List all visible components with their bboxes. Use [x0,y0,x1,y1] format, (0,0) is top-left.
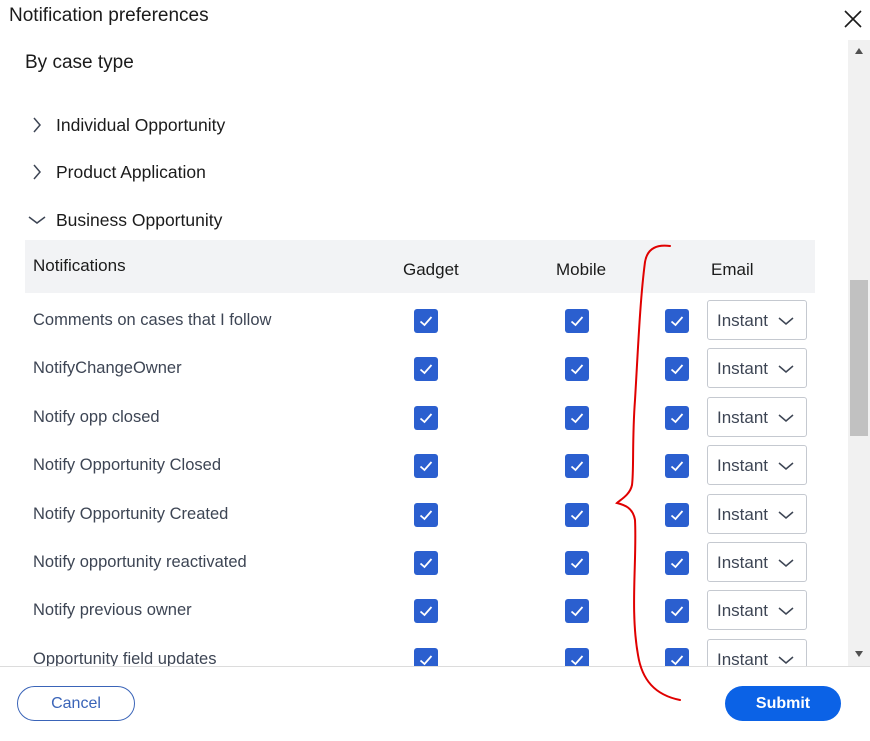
gadget-checkbox[interactable] [414,357,438,382]
mobile-checkbox[interactable] [565,357,589,382]
header-mobile: Mobile [556,260,607,279]
email-frequency-value: Instant [717,359,769,379]
chevron-right-icon [25,113,49,137]
gadget-checkbox[interactable] [414,502,438,527]
email-frequency-value: Instant [717,407,769,427]
mobile-checkbox[interactable] [565,454,589,479]
cancel-button[interactable]: Cancel [17,686,135,721]
submit-button[interactable]: Submit [725,686,841,721]
chevron-down-icon [776,311,796,336]
email-checkbox[interactable] [665,454,689,479]
notification-label: Opportunity field updates [33,649,217,666]
chevron-down-icon [776,408,796,433]
case-type-business-opportunity[interactable]: Business Opportunity [25,205,222,235]
table-row: Notify opportunity reactivated Instant [25,539,815,587]
email-frequency-value: Instant [717,553,769,572]
email-checkbox[interactable] [665,647,689,666]
chevron-right-icon [25,160,49,184]
email-checkbox[interactable] [665,309,689,333]
email-frequency-value: Instant [717,311,769,330]
email-checkbox[interactable] [665,405,689,430]
table-row: Notify previous owner Instant [25,587,815,635]
notification-label: Notify Opportunity Closed [33,456,222,475]
email-frequency-value: Instant [717,504,769,524]
gadget-checkbox[interactable] [414,454,438,479]
chevron-down-icon [776,553,796,578]
notification-label: Comments on cases that I follow [33,311,272,329]
notification-label: NotifyChangeOwner [33,359,182,378]
email-frequency-select[interactable]: Instant [707,638,807,666]
header-email: Email [711,260,754,279]
table-row: Notify opp closed Instant [25,394,815,442]
gadget-checkbox[interactable] [414,647,438,666]
notification-label: Notify opp closed [33,407,160,426]
dialog-footer: Cancel Submit [0,666,870,741]
email-frequency-value: Instant [717,601,769,621]
scrollbar-thumb[interactable] [850,280,868,436]
chevron-down-icon [25,208,49,232]
gadget-checkbox[interactable] [414,405,438,430]
table-row: NotifyChangeOwner Instant [25,345,815,393]
email-checkbox[interactable] [665,551,689,575]
notification-label: Notify opportunity reactivated [33,553,247,571]
gadget-checkbox[interactable] [414,599,438,624]
dialog-title: Notification preferences [9,5,209,26]
table-row: Notify Opportunity Closed Instant [25,442,815,490]
vertical-scrollbar[interactable] [848,40,870,666]
scroll-down-arrow-icon[interactable] [853,647,865,659]
mobile-checkbox[interactable] [565,502,589,527]
table-row: Opportunity field updates Instant [25,636,815,666]
section-title: By case type [25,52,134,73]
case-type-product-application[interactable]: Product Application [25,157,206,187]
header-gadget: Gadget [403,260,459,279]
case-type-individual-opportunity[interactable]: Individual Opportunity [25,110,225,140]
mobile-checkbox[interactable] [565,647,589,666]
email-frequency-select[interactable]: Instant [707,445,807,486]
case-type-label: Product Application [56,161,206,182]
table-row: Comments on cases that I follow Instant [25,297,815,345]
scroll-up-arrow-icon[interactable] [853,44,865,56]
mobile-checkbox[interactable] [565,599,589,624]
table-row: Notify Opportunity Created Instant [25,491,815,539]
email-frequency-select[interactable]: Instant [707,348,807,389]
chevron-down-icon [776,601,796,626]
email-checkbox[interactable] [665,357,689,382]
email-checkbox[interactable] [665,599,689,624]
email-frequency-select[interactable]: Instant [707,396,807,437]
close-icon[interactable] [840,6,866,32]
case-type-label: Business Opportunity [56,209,223,230]
notification-label: Notify previous owner [33,601,192,620]
chevron-down-icon [776,359,796,384]
notification-label: Notify Opportunity Created [33,504,229,523]
email-frequency-select[interactable]: Instant [707,493,807,534]
mobile-checkbox[interactable] [565,405,589,430]
gadget-checkbox[interactable] [414,309,438,333]
case-type-label: Individual Opportunity [56,114,226,135]
gadget-checkbox[interactable] [414,551,438,575]
chevron-down-icon [776,650,796,666]
notifications-table-header: Notifications Gadget Mobile Email [25,240,815,293]
email-frequency-select[interactable]: Instant [707,542,807,582]
header-notifications: Notifications [33,256,126,275]
chevron-down-icon [776,505,796,530]
mobile-checkbox[interactable] [565,309,589,333]
email-checkbox[interactable] [665,502,689,527]
email-frequency-select[interactable]: Instant [707,590,807,631]
mobile-checkbox[interactable] [565,551,589,575]
email-frequency-select[interactable]: Instant [707,300,807,340]
email-frequency-value: Instant [717,649,769,666]
preferences-scroll-area[interactable]: By case type Individual Opportunity Prod… [0,40,848,666]
email-frequency-value: Instant [717,456,769,476]
chevron-down-icon [776,456,796,481]
